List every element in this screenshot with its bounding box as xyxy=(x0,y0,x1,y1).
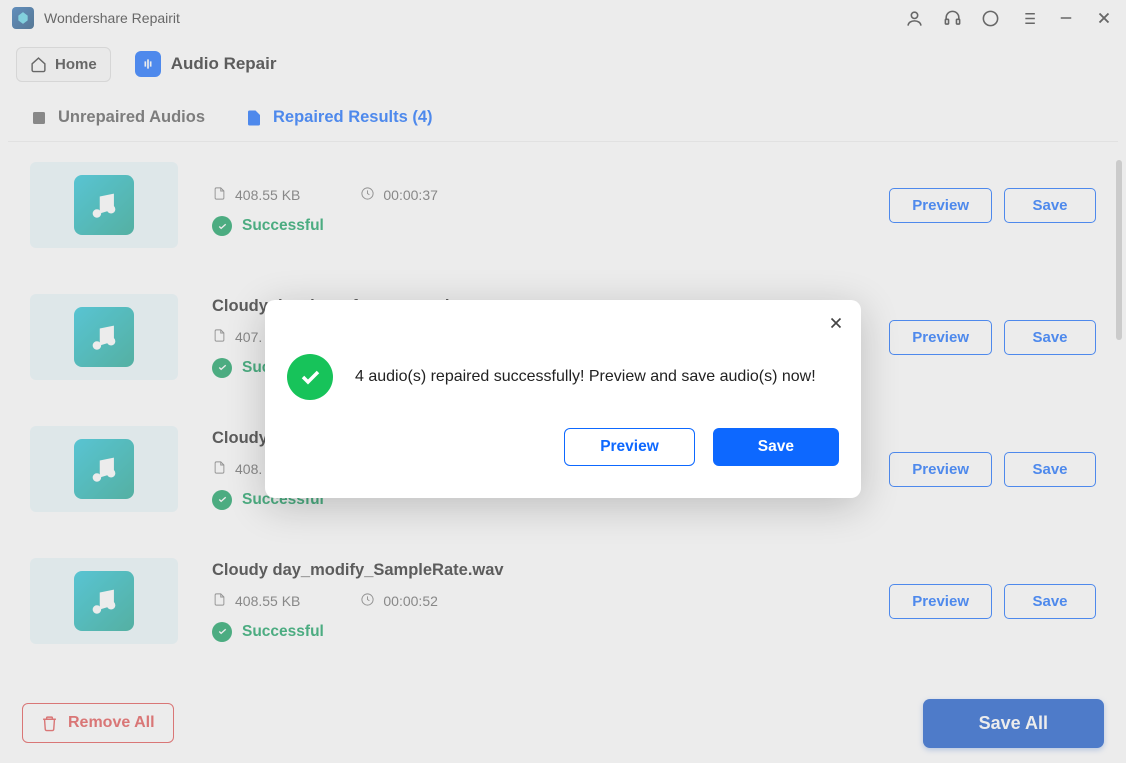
modal-message: 4 audio(s) repaired successfully! Previe… xyxy=(355,368,816,386)
modal-close-icon[interactable] xyxy=(827,314,845,337)
modal-overlay: 4 audio(s) repaired successfully! Previe… xyxy=(0,0,1126,763)
success-check-icon xyxy=(287,354,333,400)
modal-preview-button[interactable]: Preview xyxy=(564,428,695,466)
modal-save-button[interactable]: Save xyxy=(713,428,839,466)
success-modal: 4 audio(s) repaired successfully! Previe… xyxy=(265,300,861,498)
